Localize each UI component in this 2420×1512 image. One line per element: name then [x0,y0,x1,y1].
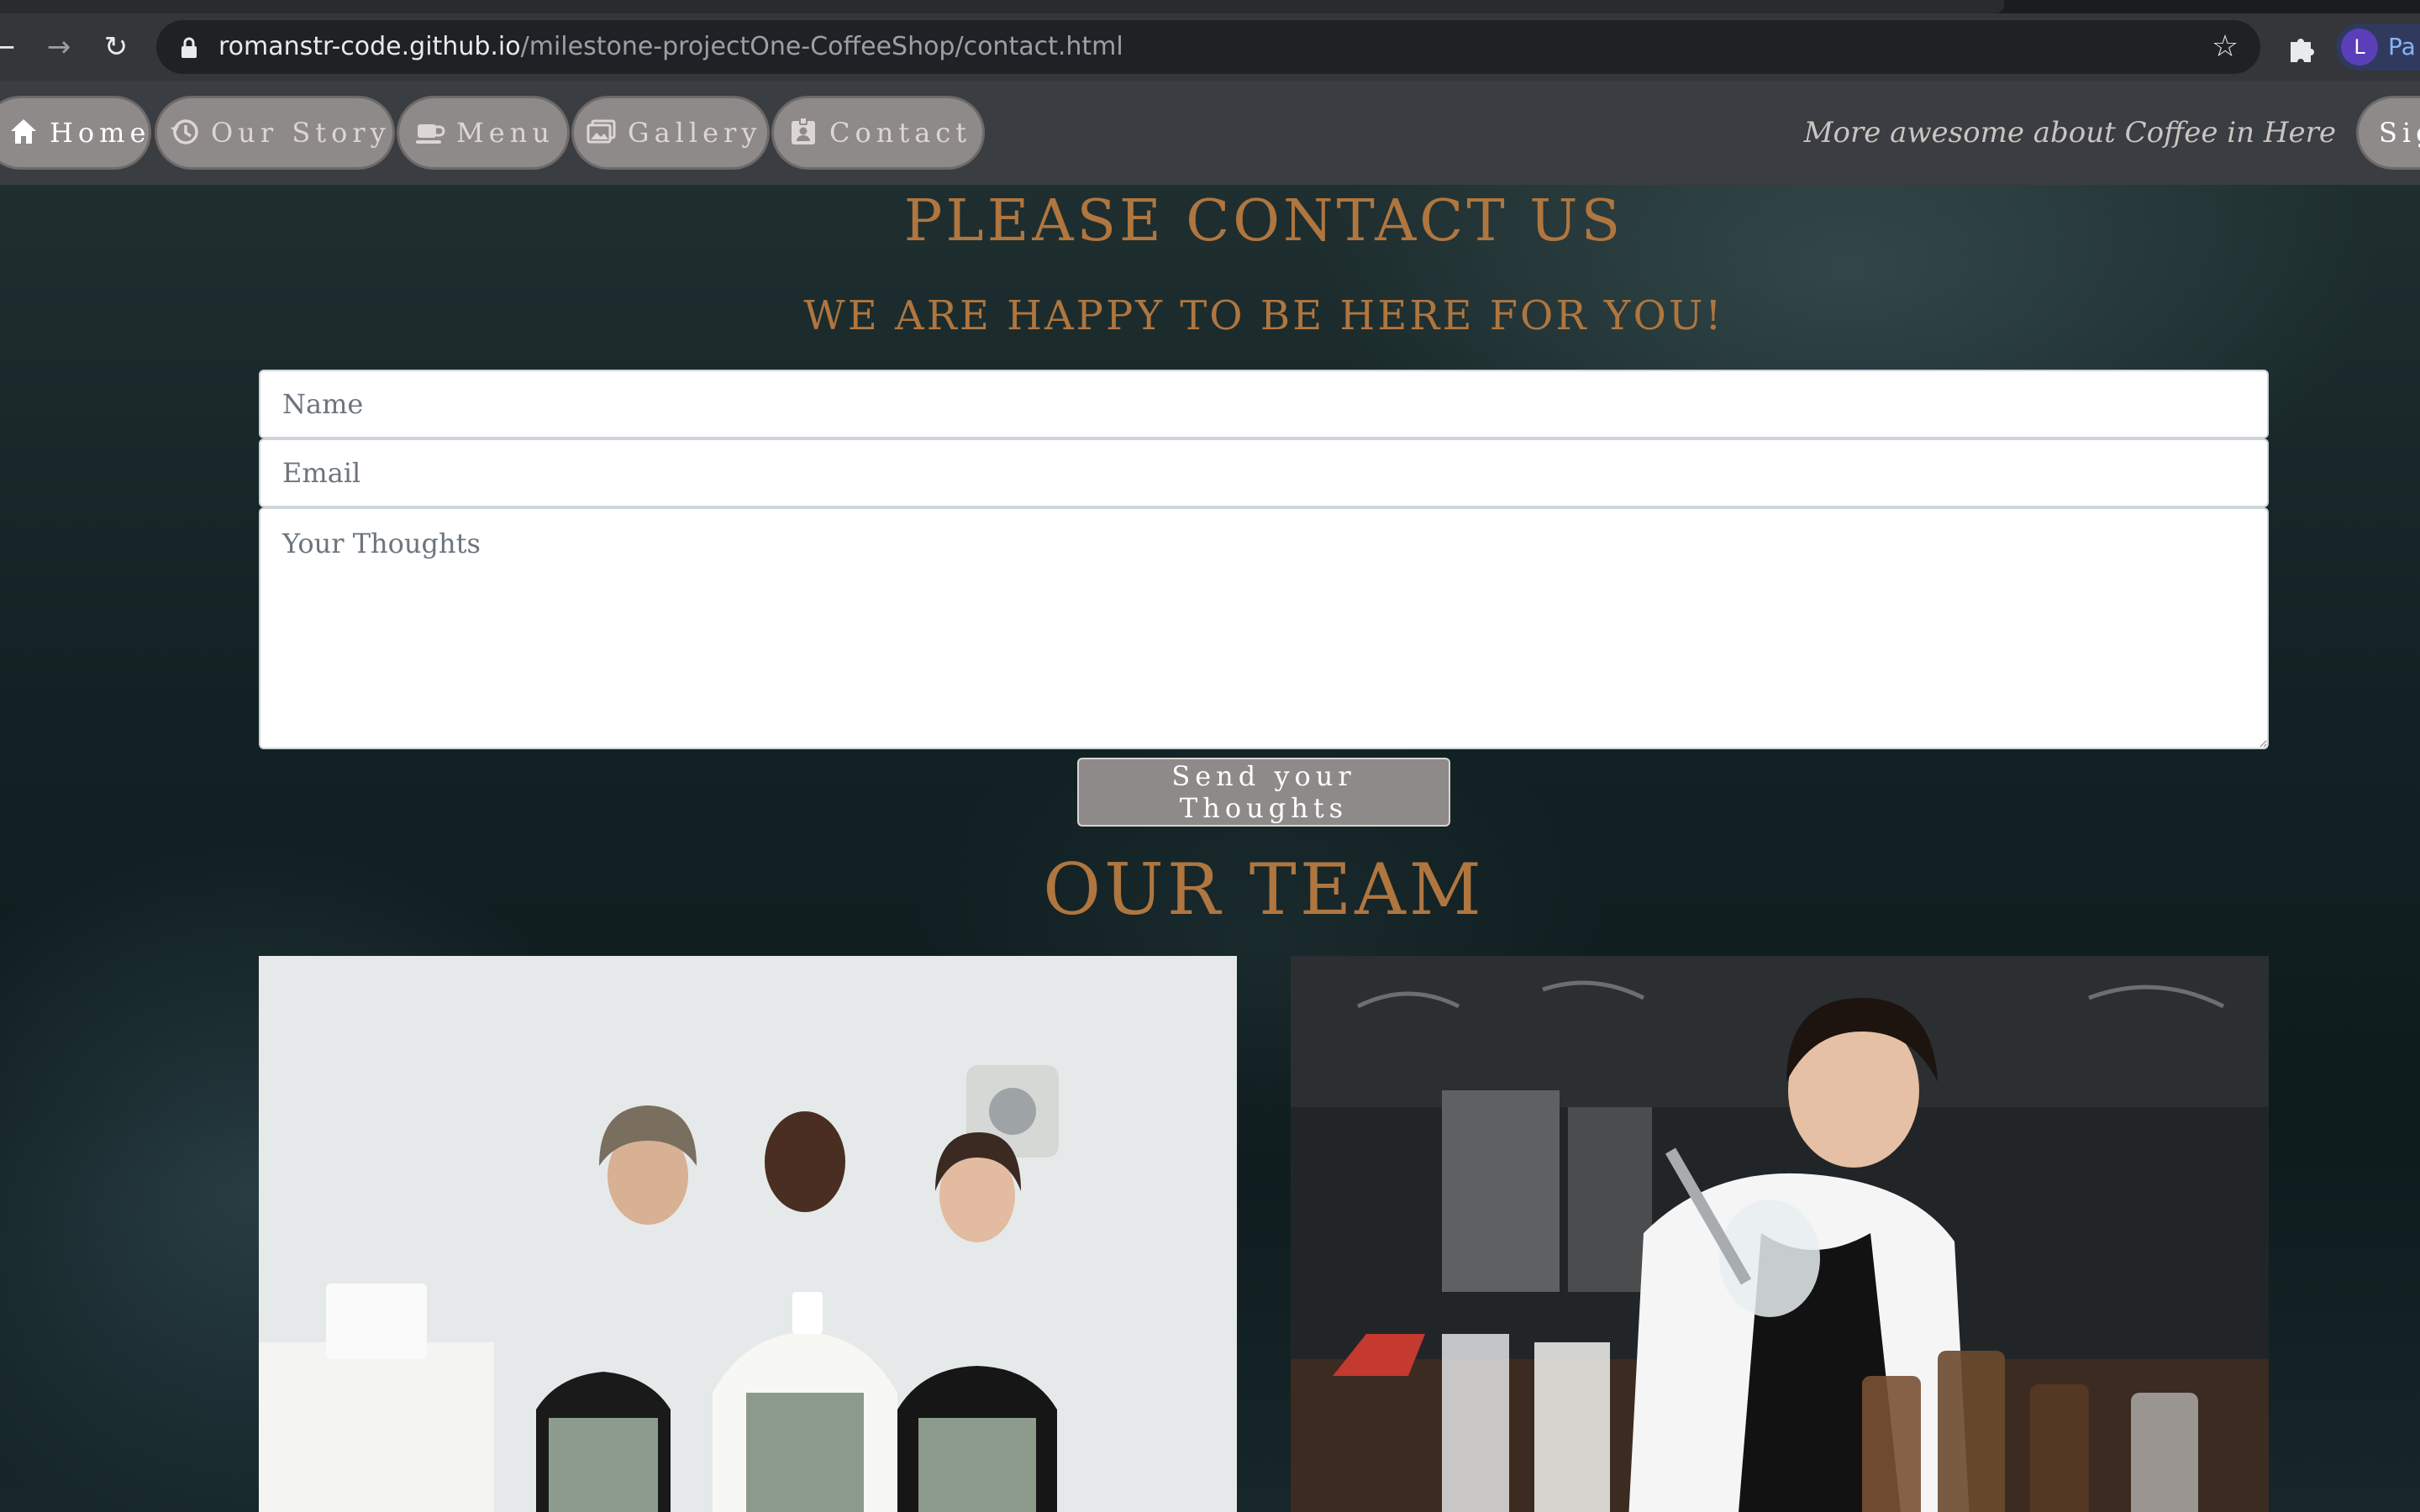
team-photo-barista-pouring-image [1291,956,2269,1512]
url-host: romanstr-code.github.io [218,32,521,61]
nav-gallery-label: Gallery [628,117,762,149]
nav-gallery[interactable]: Gallery [571,96,770,170]
images-icon [587,119,616,143]
sign-in-button[interactable]: Sig [2356,96,2420,170]
coffee-cup-icon [416,123,445,144]
email-input[interactable] [259,438,2269,507]
team-title: OUR TEAM [1043,848,1485,931]
back-arrow-icon[interactable]: ← [0,32,18,62]
browser-toolbar: ← → ↻ romanstr-code.github.io/milestone-… [0,13,2420,81]
bookmark-star-icon[interactable]: ☆ [2208,30,2242,64]
team-photo-baristas-image [259,956,1237,1512]
send-thoughts-button[interactable]: Send your Thoughts [1077,758,1450,827]
address-bar[interactable]: romanstr-code.github.io/milestone-projec… [156,20,2260,74]
url-text: romanstr-code.github.io/milestone-projec… [218,20,1123,74]
nav-menu-label: Menu [456,117,555,149]
profile-button[interactable]: L Pa [2336,24,2420,71]
active-tab-edge [0,0,2004,13]
extensions-puzzle-icon[interactable] [2286,34,2316,64]
reload-icon[interactable]: ↻ [101,32,131,62]
lock-icon [182,37,197,58]
url-path: /milestone-projectOne-CoffeeShop/contact… [520,32,1123,61]
forward-arrow-icon[interactable]: → [44,32,74,62]
nav-our-story-label: Our Story [211,117,391,149]
contact-title: PLEASE CONTACT US [903,188,1624,255]
thoughts-textarea[interactable] [259,507,2269,749]
navbar-tagline[interactable]: More awesome about Coffee in Here [1804,81,2336,185]
home-icon [11,118,36,144]
contact-card-icon [792,116,815,144]
profile-label: Pa [2388,33,2416,60]
name-input[interactable] [259,370,2269,438]
avatar: L [2341,29,2378,66]
nav-menu[interactable]: Menu [397,96,570,170]
nav-home[interactable]: Home [0,96,151,170]
contact-subtitle: WE ARE HAPPY TO BE HERE FOR YOU! [803,292,1724,339]
nav-home-label: Home [50,117,151,149]
browser-tabstrip [0,0,2420,13]
team-photo-baristas [259,956,1237,1512]
team-photo-barista-pouring [1291,956,2269,1512]
nav-contact-label: Contact [829,117,972,149]
nav-contact[interactable]: Contact [771,96,985,170]
contact-section: PLEASE CONTACT US WE ARE HAPPY TO BE HER… [0,185,2420,1512]
nav-our-story[interactable]: Our Story [155,96,395,170]
history-icon [171,118,198,144]
